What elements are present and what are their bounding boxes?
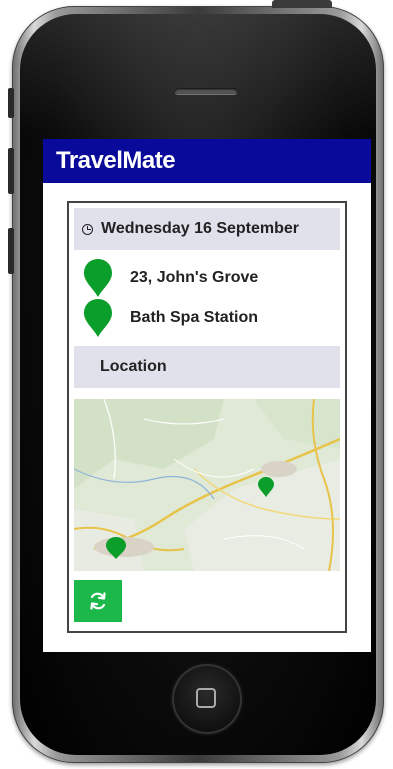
refresh-icon xyxy=(90,592,106,610)
app-title: TravelMate xyxy=(56,147,176,174)
location-section-header: Location xyxy=(74,346,340,388)
home-button[interactable] xyxy=(172,664,242,734)
refresh-button[interactable] xyxy=(74,580,122,622)
stop-origin-label: 23, John's Grove xyxy=(130,269,259,286)
power-button[interactable] xyxy=(272,0,332,8)
earpiece-speaker xyxy=(175,88,237,94)
phone-gloss xyxy=(20,14,376,134)
trip-card: Wednesday 16 September 23, John's Grove … xyxy=(67,201,347,633)
app-header: TravelMate xyxy=(43,139,371,183)
stop-destination[interactable]: Bath Spa Station xyxy=(74,298,340,338)
map-canvas xyxy=(74,399,340,571)
map-pin-icon xyxy=(84,299,112,337)
clock-icon xyxy=(82,223,93,235)
volume-up-button[interactable] xyxy=(8,148,14,194)
trip-date-bar: Wednesday 16 September xyxy=(74,208,340,250)
home-button-icon xyxy=(196,688,216,708)
route-map[interactable] xyxy=(74,399,340,571)
map-pin-icon xyxy=(84,259,112,297)
mute-switch[interactable] xyxy=(8,88,14,118)
stop-origin[interactable]: 23, John's Grove xyxy=(74,258,340,298)
trip-date: Wednesday 16 September xyxy=(101,220,300,237)
app-screen: TravelMate Wednesday 16 September 23, Jo… xyxy=(43,139,371,652)
volume-down-button[interactable] xyxy=(8,228,14,274)
location-label: Location xyxy=(100,358,167,375)
stop-destination-label: Bath Spa Station xyxy=(130,309,259,326)
